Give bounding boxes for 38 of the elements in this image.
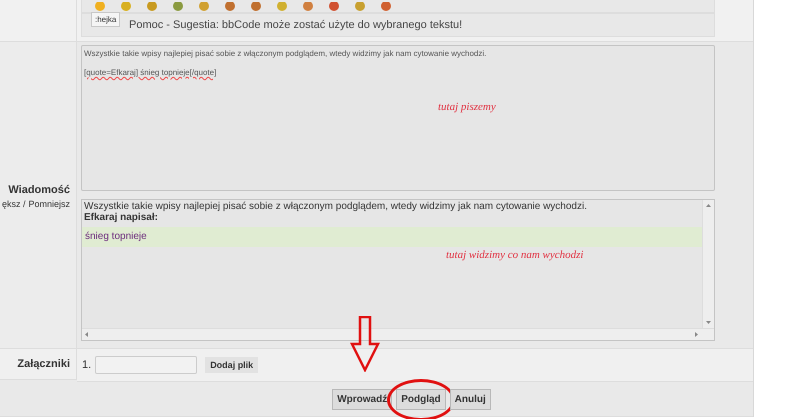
resize-link[interactable]: ększ / [2, 199, 26, 209]
preview-text: Wszystkie takie wpisy najlepiej pisać sobie z włączonym podglądem, wtedy widzimy jak nam cytowanie wychodzi. [84, 201, 588, 212]
message-editor[interactable]: Wszystkie takie wpisy najlepiej pisać sobie z włączonym podglądem, wtedy widzimy jak nam cytowanie wychodzi. [quote=Efkaraj] śnieg topnieje[/quote] tutaj piszemy [81, 45, 715, 191]
form-button[interactable]: Anuluj [450, 389, 491, 410]
smiley-icon[interactable] [328, 2, 340, 12]
smiley-icon[interactable] [250, 2, 262, 12]
smiley-icon[interactable] [146, 2, 158, 12]
field-label: Załączniki [0, 348, 77, 380]
editor-text-line: [quote=Efkaraj] śnieg topnieje[/quote] [84, 68, 218, 77]
quote-text: śnieg topnieje [82, 227, 702, 247]
annotation-text: tutaj widzimy co nam wychodzi [446, 249, 584, 261]
smiley-icon[interactable] [172, 2, 184, 12]
smiley-icon[interactable] [224, 2, 236, 12]
form-button[interactable]: Podgląd [396, 389, 446, 410]
vertical-scrollbar[interactable] [702, 200, 714, 328]
scroll-up-icon[interactable] [706, 204, 711, 207]
scroll-right-icon[interactable] [695, 332, 698, 337]
smiley-icon[interactable] [120, 2, 132, 12]
tooltip: :hejka [91, 12, 120, 27]
annotation-text: tutaj piszemy [438, 101, 496, 113]
annotation-arrow [350, 316, 380, 372]
smiley-icon[interactable] [276, 2, 288, 12]
horizontal-scrollbar[interactable] [82, 328, 714, 340]
quote-author: Efkaraj napisał: [84, 212, 159, 223]
smiley-icon[interactable] [198, 2, 210, 12]
smiley-icon[interactable] [354, 2, 366, 12]
resize-link[interactable]: Pomniejsz [28, 199, 70, 209]
form-button[interactable]: Wprowadź [332, 389, 392, 410]
scroll-left-icon[interactable] [85, 332, 88, 337]
field-label: Wiadomość [7, 184, 70, 196]
smiley-icon[interactable] [94, 2, 106, 12]
editor-text-line: Wszystkie takie wpisy najlepiej pisać sobie z włączonym podglądem, wtedy widzimy jak nam cytowanie wychodzi. [84, 49, 488, 58]
scroll-down-icon[interactable] [706, 321, 711, 324]
smiley-icon[interactable] [380, 2, 392, 12]
add-file-button[interactable]: Dodaj plik [205, 357, 258, 373]
smiley-icon[interactable] [302, 2, 314, 12]
attachment-index: 1. [82, 359, 92, 371]
file-input-field[interactable] [95, 356, 198, 374]
